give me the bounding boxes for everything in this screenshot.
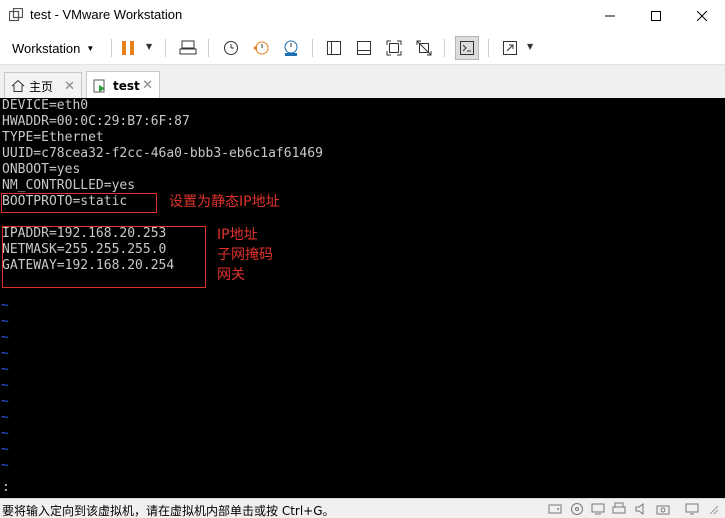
toolbar-divider bbox=[444, 39, 445, 57]
send-keys-icon bbox=[179, 40, 197, 55]
thumbnail-icon bbox=[357, 41, 371, 55]
printer-icon[interactable] bbox=[612, 502, 626, 516]
cd-drive-icon[interactable] bbox=[570, 502, 584, 516]
show-library-icon bbox=[327, 41, 341, 55]
minimize-icon bbox=[605, 15, 615, 17]
close-icon[interactable]: ✕ bbox=[64, 79, 75, 94]
empty-line-tilde: ~ bbox=[1, 458, 9, 473]
netmask-annotation: 子网掩码 bbox=[217, 247, 273, 263]
empty-line-tilde: ~ bbox=[1, 442, 9, 457]
resize-grip-icon[interactable] bbox=[706, 502, 720, 516]
show-library-button[interactable] bbox=[322, 36, 346, 60]
bootproto-highlight-box bbox=[1, 193, 157, 213]
empty-line-tilde: ~ bbox=[1, 298, 9, 313]
close-button[interactable] bbox=[679, 0, 725, 32]
status-message: 要将输入定向到该虚拟机，请在虚拟机内部单击或按 Ctrl+G。 bbox=[2, 504, 335, 518]
empty-line-tilde: ~ bbox=[1, 314, 9, 329]
empty-line-tilde: ~ bbox=[1, 330, 9, 345]
close-icon bbox=[697, 11, 707, 21]
workstation-menu-label: Workstation bbox=[12, 40, 81, 56]
ip-annotation: IP地址 bbox=[217, 227, 258, 243]
hard-disk-icon[interactable] bbox=[548, 502, 562, 516]
empty-line-tilde: ~ bbox=[1, 362, 9, 377]
fit-guest-icon bbox=[386, 40, 402, 56]
toolbar-divider bbox=[111, 39, 112, 57]
snapshot-manager-button[interactable] bbox=[279, 36, 303, 60]
vm-running-icon bbox=[93, 79, 105, 92]
tab-test[interactable]: test ✕ bbox=[86, 71, 160, 99]
no-stretch-button[interactable] bbox=[412, 36, 436, 60]
console-line: HWADDR=00:0C:29:B7:6F:87 bbox=[2, 114, 190, 129]
pause-icon bbox=[122, 41, 134, 55]
console-line: NM_CONTROLLED=yes bbox=[2, 178, 136, 193]
network-settings-highlight-box bbox=[2, 226, 206, 288]
toolbar-divider bbox=[488, 39, 489, 57]
chevron-down-icon: ▼ bbox=[86, 43, 95, 53]
console-line: TYPE=Ethernet bbox=[2, 130, 104, 145]
snapshot-manager-icon bbox=[284, 40, 298, 56]
tab-label: test bbox=[113, 78, 140, 93]
vmware-logo-icon bbox=[9, 8, 23, 22]
toolbar: Workstation ▼ ▼ ▼ bbox=[0, 32, 725, 64]
console-view-button[interactable] bbox=[455, 36, 479, 60]
revert-snapshot-icon bbox=[253, 41, 269, 55]
console-view-icon bbox=[460, 41, 474, 55]
fit-guest-button[interactable] bbox=[382, 36, 406, 60]
display-icon[interactable] bbox=[685, 502, 699, 516]
vi-command-prompt: : bbox=[2, 480, 10, 495]
no-stretch-icon bbox=[416, 40, 432, 56]
minimize-button[interactable] bbox=[587, 0, 633, 32]
maximize-icon bbox=[651, 11, 661, 21]
snapshot-icon bbox=[224, 41, 238, 55]
chevron-down-icon[interactable]: ▼ bbox=[146, 42, 152, 51]
toolbar-divider bbox=[165, 39, 166, 57]
camera-icon[interactable] bbox=[656, 502, 670, 516]
toolbar-divider bbox=[208, 39, 209, 57]
console-line: UUID=c78cea32-f2cc-46a0-bbb3-eb6c1af6146… bbox=[2, 146, 323, 161]
title-bar: test - VMware Workstation bbox=[0, 0, 725, 32]
thumbnail-bar-button[interactable] bbox=[352, 36, 376, 60]
empty-line-tilde: ~ bbox=[1, 410, 9, 425]
empty-line-tilde: ~ bbox=[1, 394, 9, 409]
take-snapshot-button[interactable] bbox=[219, 36, 243, 60]
toolbar-divider bbox=[312, 39, 313, 57]
vm-console[interactable]: DEVICE=eth0 HWADDR=00:0C:29:B7:6F:87 TYP… bbox=[0, 98, 725, 498]
console-line: ONBOOT=yes bbox=[2, 162, 81, 177]
network-adapter-icon[interactable] bbox=[591, 502, 605, 516]
empty-line-tilde: ~ bbox=[1, 426, 9, 441]
console-line: DEVICE=eth0 bbox=[2, 98, 89, 113]
empty-line-tilde: ~ bbox=[1, 346, 9, 361]
sound-card-icon[interactable] bbox=[634, 502, 648, 516]
gateway-annotation: 网关 bbox=[217, 267, 245, 283]
close-icon[interactable]: ✕ bbox=[142, 78, 153, 93]
empty-line-tilde: ~ bbox=[1, 378, 9, 393]
window-title: test - VMware Workstation bbox=[30, 7, 183, 22]
fullscreen-button[interactable] bbox=[498, 36, 522, 60]
send-ctrl-alt-del-button[interactable] bbox=[176, 36, 200, 60]
home-icon bbox=[11, 79, 25, 92]
fullscreen-icon bbox=[503, 41, 517, 55]
maximize-button[interactable] bbox=[633, 0, 679, 32]
status-bar: 要将输入定向到该虚拟机，请在虚拟机内部单击或按 Ctrl+G。 bbox=[0, 498, 725, 518]
bootproto-annotation: 设置为静态IP地址 bbox=[169, 194, 280, 210]
pause-button[interactable] bbox=[116, 36, 140, 60]
tab-bar: 主页 ✕ test ✕ bbox=[0, 64, 725, 99]
tab-home[interactable]: 主页 ✕ bbox=[4, 72, 82, 99]
chevron-down-icon[interactable]: ▼ bbox=[527, 42, 533, 51]
revert-snapshot-button[interactable] bbox=[249, 36, 273, 60]
workstation-menu[interactable]: Workstation ▼ bbox=[6, 36, 100, 60]
tab-label: 主页 bbox=[29, 79, 54, 94]
